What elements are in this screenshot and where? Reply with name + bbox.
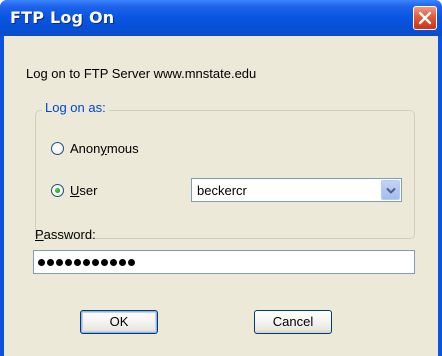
radio-selected-dot bbox=[55, 188, 60, 193]
anonymous-radio[interactable] bbox=[51, 142, 64, 155]
username-dropdown-button[interactable] bbox=[381, 180, 400, 200]
user-radio[interactable] bbox=[51, 184, 64, 197]
chevron-down-icon bbox=[386, 187, 396, 194]
password-label: Password: bbox=[35, 227, 96, 242]
password-mask bbox=[38, 254, 137, 266]
password-dot bbox=[74, 259, 81, 266]
logon-as-group bbox=[35, 110, 415, 239]
cancel-button[interactable]: Cancel bbox=[254, 310, 332, 334]
username-value[interactable]: beckercr bbox=[197, 183, 247, 198]
logon-as-legend: Log on as: bbox=[42, 100, 109, 115]
dialog-body: Log on to FTP Server www.mnstate.edu Log… bbox=[4, 36, 438, 356]
password-dot bbox=[128, 259, 135, 266]
anonymous-radio-option[interactable]: Anonymous bbox=[51, 141, 139, 156]
password-dot bbox=[101, 259, 108, 266]
user-label[interactable]: User bbox=[70, 183, 97, 198]
anonymous-label[interactable]: Anonymous bbox=[70, 141, 139, 156]
dialog-title: FTP Log On bbox=[10, 8, 115, 27]
username-combobox[interactable]: beckercr bbox=[191, 178, 402, 202]
ftp-logon-dialog: FTP Log On Log on to FTP Server www.mnst… bbox=[0, 0, 442, 356]
password-dot bbox=[83, 259, 90, 266]
password-dot bbox=[38, 259, 45, 266]
password-dot bbox=[56, 259, 63, 266]
password-dot bbox=[92, 259, 99, 266]
close-button[interactable] bbox=[413, 6, 437, 30]
server-description: Log on to FTP Server www.mnstate.edu bbox=[26, 66, 257, 81]
ok-button[interactable]: OK bbox=[80, 310, 158, 334]
close-icon bbox=[418, 11, 432, 25]
user-radio-option[interactable]: User bbox=[51, 183, 97, 198]
password-dot bbox=[47, 259, 54, 266]
title-bar[interactable]: FTP Log On bbox=[0, 0, 442, 36]
password-field[interactable] bbox=[33, 250, 415, 274]
password-dot bbox=[119, 259, 126, 266]
password-dot bbox=[110, 259, 117, 266]
password-dot bbox=[65, 259, 72, 266]
